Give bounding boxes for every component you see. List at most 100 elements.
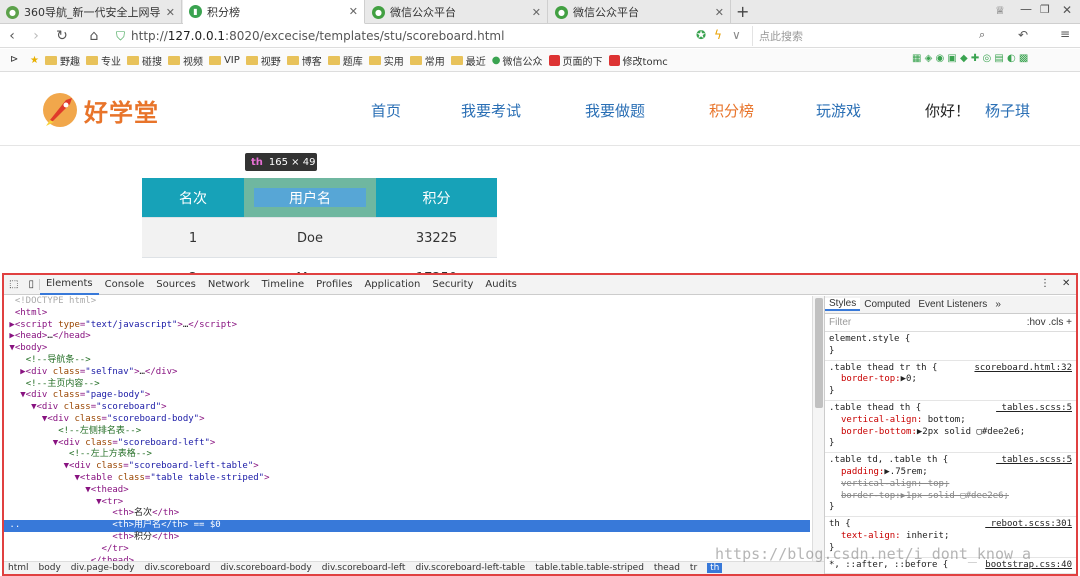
devtools-tab-application[interactable]: Application [358, 275, 426, 295]
bookmark-folder[interactable]: 题库 [327, 53, 363, 68]
bookmark-folder[interactable]: 实用 [368, 53, 404, 68]
breadcrumb-item[interactable]: body [39, 563, 61, 573]
dom-line[interactable]: <!DOCTYPE html> [4, 296, 810, 308]
dom-line[interactable]: <th>积分</th> [4, 532, 810, 544]
style-rule[interactable]: .table td, .table th { _tables.scss:5 pad… [825, 453, 1076, 518]
dom-line[interactable]: </tr> [4, 544, 810, 556]
dom-line-selected[interactable]: .. <th>用户名</th> == $0 [4, 520, 810, 532]
dom-tree[interactable]: <!DOCTYPE html> <html> ▶<script type="te… [4, 296, 810, 564]
shirt-icon[interactable]: ♕ [995, 4, 1005, 17]
devtools-tab-security[interactable]: Security [426, 275, 479, 295]
forward-icon[interactable]: › [26, 26, 46, 46]
devtools-close-icon[interactable]: ✕ [1062, 278, 1070, 289]
home-icon[interactable]: ⌂ [84, 26, 104, 46]
tab-360[interactable]: ● 360导航_新一代安全上网导航 ✕ [0, 0, 182, 24]
new-tab-button[interactable]: + [736, 2, 749, 21]
dom-line[interactable]: ▼<body> [4, 343, 810, 355]
dom-line[interactable]: ▶<head>…</head> [4, 331, 810, 343]
tab-event-listeners[interactable]: Event Listeners [914, 299, 991, 311]
dom-line[interactable]: ▼<div class="scoreboard"> [4, 402, 810, 414]
bookmark-folder[interactable]: 常用 [409, 53, 445, 68]
bookmark-folder[interactable]: 视野 [245, 53, 281, 68]
bookmark-folder[interactable]: 碰搜 [126, 53, 162, 68]
bookmark-folder[interactable]: 最近 [450, 53, 486, 68]
header-score[interactable]: 积分 [376, 178, 497, 217]
dom-line[interactable]: ▼<thead> [4, 485, 810, 497]
breadcrumb-item[interactable]: html [8, 563, 29, 573]
device-toggle-icon[interactable]: ▯ [23, 279, 40, 290]
filter-tools[interactable]: :hov .cls + [1027, 317, 1072, 329]
apps-icon[interactable]: ▦ ◈ ◉ ▣ ◆ ✚ ◎ ▤ ◐ ▩ [912, 53, 1028, 64]
close-tab-icon[interactable]: ✕ [715, 6, 724, 19]
username-link[interactable]: 杨子琪 [985, 100, 1030, 121]
restore-icon[interactable]: ❐ [1040, 3, 1050, 16]
style-rule[interactable]: element.style {} [825, 332, 1076, 361]
menu-icon[interactable]: ≡ [1060, 27, 1070, 41]
dom-scrollbar[interactable] [812, 296, 824, 564]
tab-scoreboard[interactable]: ▮ 积分榜 ✕ [183, 0, 365, 24]
undo-icon[interactable]: ↶ [1018, 28, 1028, 42]
style-rule[interactable]: .table thead th { _tables.scss:5 vertical… [825, 401, 1076, 454]
dom-line[interactable]: ▼<div class="scoreboard-left-table"> [4, 461, 810, 473]
nav-home[interactable]: 首页 [371, 100, 401, 121]
devtools-tab-profiles[interactable]: Profiles [310, 275, 358, 295]
bookmark-folder[interactable]: 专业 [85, 53, 121, 68]
table-row[interactable]: 1 Doe 33225 [142, 217, 497, 257]
sidebar-toggle-icon[interactable]: ⊳ [10, 54, 18, 65]
dom-line[interactable]: ▼<table class="table table-striped"> [4, 473, 810, 485]
site-logo[interactable]: 好学堂 [40, 92, 159, 128]
breadcrumb-item[interactable]: div.scoreboard-left [322, 563, 406, 573]
dom-line[interactable]: ▼<div class="page-body"> [4, 390, 810, 402]
dom-line[interactable]: <!--主页内容--> [4, 379, 810, 391]
tab-styles[interactable]: Styles [825, 297, 861, 312]
bookmark-folder[interactable]: VIP [208, 55, 240, 66]
dom-line[interactable]: <html> [4, 308, 810, 320]
more-tabs-icon[interactable]: » [991, 299, 1005, 311]
minimize-icon[interactable]: — [1020, 2, 1032, 16]
tab-wechat-1[interactable]: ● 微信公众平台 ✕ [366, 0, 548, 24]
header-username[interactable]: 用户名 [244, 178, 376, 217]
reload-icon[interactable]: ↻ [52, 26, 72, 46]
bookmark-link[interactable]: 修改tomc [608, 53, 668, 68]
breadcrumb-item[interactable]: tr [690, 563, 697, 573]
dom-line[interactable]: <!--左上方表格--> [4, 449, 810, 461]
url-field[interactable]: ⛉ http://127.0.0.1:8020/excecise/templat… [116, 26, 752, 46]
bookmark-folder[interactable]: 博客 [286, 53, 322, 68]
close-window-icon[interactable]: ✕ [1062, 3, 1072, 17]
close-tab-icon[interactable]: ✕ [166, 6, 175, 19]
devtools-tab-sources[interactable]: Sources [150, 275, 202, 295]
nav-practice[interactable]: 我要做题 [585, 100, 645, 121]
search-input[interactable]: 点此搜索 ⌕ [752, 26, 992, 46]
styles-filter-input[interactable]: Filter :hov .cls + [825, 314, 1076, 332]
bookmark-folder[interactable]: 野趣 [44, 53, 80, 68]
breadcrumb-item[interactable]: div.scoreboard [144, 563, 210, 573]
devtools-tab-timeline[interactable]: Timeline [256, 275, 311, 295]
bookmark-link[interactable]: ● 微信公众 [492, 53, 543, 68]
lightning-icon[interactable]: ϟ [714, 28, 722, 42]
dom-line[interactable]: ▼<div class="scoreboard-left"> [4, 438, 810, 450]
dom-line[interactable]: ▶<script type="text/javascript">…</scrip… [4, 320, 810, 332]
inspect-element-icon[interactable]: ⬚ [4, 279, 23, 290]
chevron-down-icon[interactable]: ∨ [732, 28, 741, 42]
devtools-menu-icon[interactable]: ⋮ [1040, 278, 1050, 289]
dom-line[interactable]: <!--导航条--> [4, 355, 810, 367]
close-tab-icon[interactable]: ✕ [532, 6, 541, 19]
bookmark-link[interactable]: 页面的下 [548, 53, 603, 68]
nav-games[interactable]: 玩游戏 [816, 100, 861, 121]
header-rank[interactable]: 名次 [142, 178, 244, 217]
breadcrumb-item-selected[interactable]: th [707, 563, 723, 573]
devtools-tab-console[interactable]: Console [99, 275, 151, 295]
dom-line[interactable]: ▼<div class="scoreboard-body"> [4, 414, 810, 426]
breadcrumb-item[interactable]: div.page-body [71, 563, 135, 573]
devtools-tab-audits[interactable]: Audits [479, 275, 522, 295]
nav-scoreboard[interactable]: 积分榜 [709, 100, 754, 121]
style-rule[interactable]: .table thead tr th { scoreboard.html:32 b… [825, 361, 1076, 401]
dom-line[interactable]: <!--左侧排名表--> [4, 426, 810, 438]
devtools-tab-elements[interactable]: Elements [39, 275, 99, 295]
nav-exam[interactable]: 我要考试 [461, 100, 521, 121]
breadcrumb-item[interactable]: div.scoreboard-body [220, 563, 311, 573]
breadcrumb-item[interactable]: table.table.table-striped [535, 563, 644, 573]
tab-computed[interactable]: Computed [860, 299, 914, 311]
dom-line[interactable]: ▶<div class="selfnav">…</div> [4, 367, 810, 379]
search-icon[interactable]: ⌕ [979, 28, 985, 42]
